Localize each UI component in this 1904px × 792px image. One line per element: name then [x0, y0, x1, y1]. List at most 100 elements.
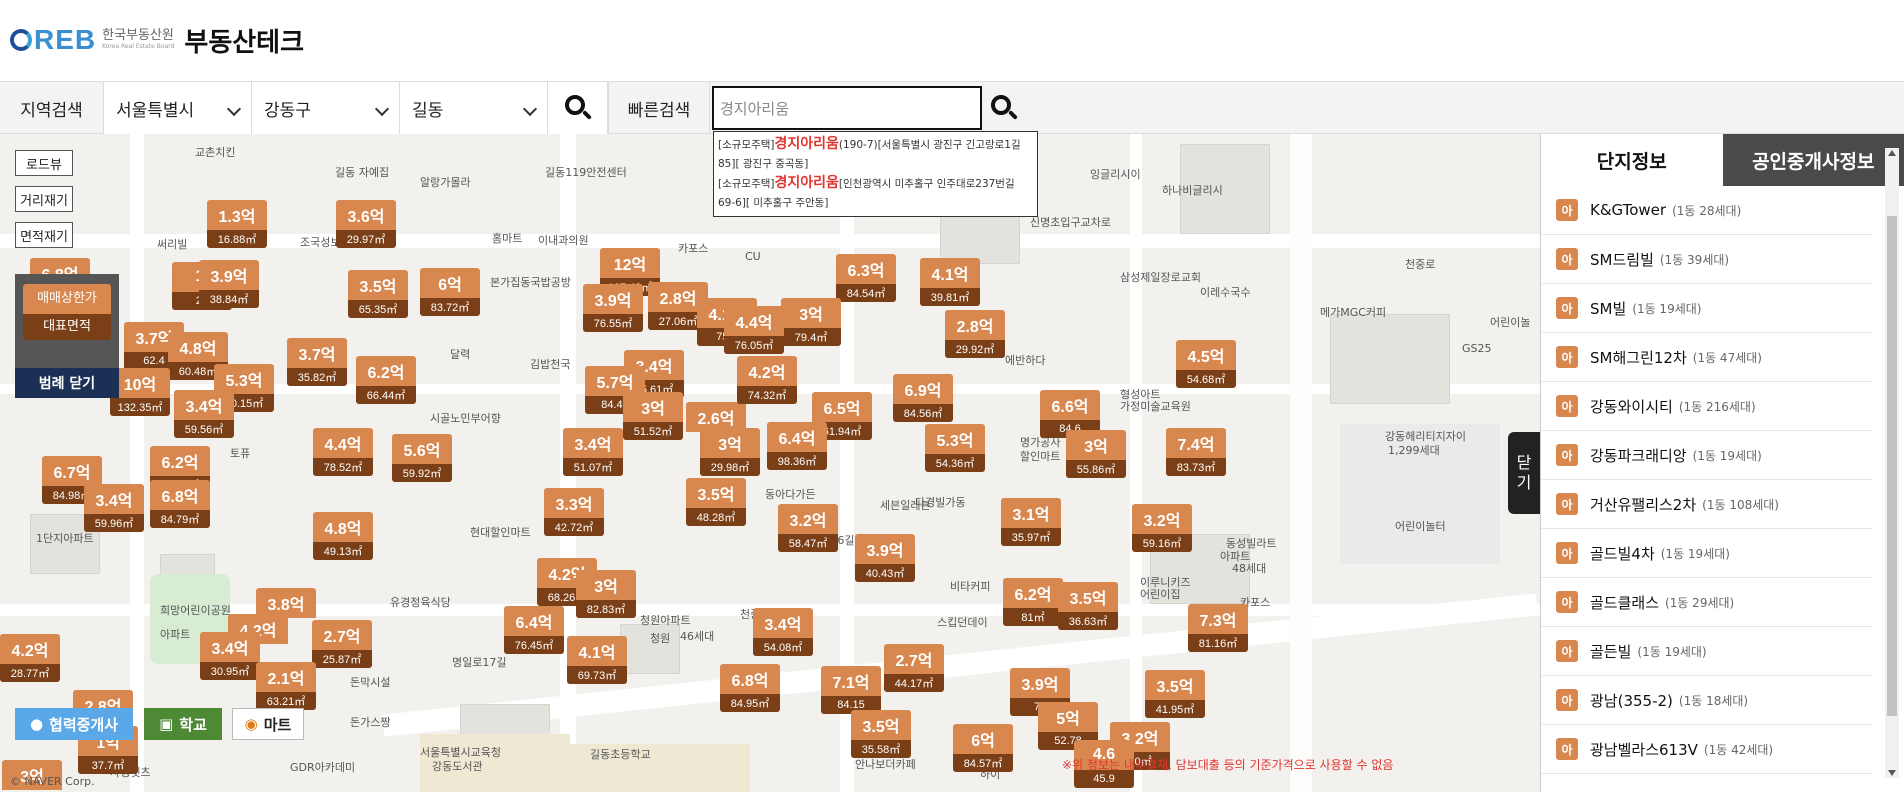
list-item[interactable]: 아 SM빌 (1동 19세대)	[1541, 284, 1873, 333]
price-marker[interactable]: 7.1억 84.15	[821, 666, 881, 714]
price-marker[interactable]: 7.4억 83.73㎡	[1166, 428, 1226, 476]
price-marker[interactable]: 3.2억 59.16㎡	[1132, 504, 1192, 552]
apartment-badge: 아	[1556, 248, 1578, 270]
list-item[interactable]: 아 골드클래스 (1동 29세대)	[1541, 578, 1873, 627]
price-marker[interactable]: 3.9억 38.84㎡	[199, 260, 259, 308]
mart-filter-button[interactable]: ◉ 마트	[232, 708, 304, 740]
price-marker[interactable]: 3.4억 51.07㎡	[563, 428, 623, 476]
school-filter-button[interactable]: ▣ 학교	[144, 708, 222, 740]
city-select[interactable]: 서울특별시	[104, 82, 252, 134]
marker-price: 2.1억	[256, 662, 316, 692]
price-marker[interactable]: 1.3억 16.88㎡	[207, 200, 267, 248]
price-marker[interactable]: 5.6억 59.92㎡	[392, 434, 452, 482]
list-item[interactable]: 아 SM해그린12차 (1동 47세대)	[1541, 333, 1873, 382]
price-marker[interactable]: 3.6억 29.97㎡	[336, 200, 396, 248]
map-label: 토퓨	[230, 447, 251, 460]
price-marker[interactable]: 3.2억 58.47㎡	[778, 504, 838, 552]
district-select[interactable]: 강동구	[252, 82, 400, 134]
suggestion-item[interactable]: [소규모주택]경지아리움(190-7)[서울특별시 광진구 긴고랑로1길 85]…	[718, 135, 1033, 174]
roadview-button[interactable]: 로드뷰	[15, 150, 73, 176]
price-marker[interactable]: 3억 79.4㎡	[781, 298, 841, 346]
suggestion-item[interactable]: [소규모주택]경지아리움[인천광역시 미추홀구 인주대로237번길 69-6][…	[718, 174, 1033, 213]
price-marker[interactable]: 3.7억 35.82㎡	[287, 338, 347, 386]
scrollbar-thumb[interactable]	[1887, 216, 1897, 716]
price-marker[interactable]: 6.2억 81㎡	[1003, 578, 1063, 626]
list-item[interactable]: 아 거산유팰리스2차 (1동 108세대)	[1541, 480, 1873, 529]
price-marker[interactable]: 3억 82.83㎡	[576, 570, 636, 618]
price-marker[interactable]: 3.1억 35.97㎡	[1001, 498, 1061, 546]
list-item[interactable]: 아 광남(355-2) (1동 18세대)	[1541, 676, 1873, 725]
price-marker[interactable]: 6.4억 76.45㎡	[504, 606, 564, 654]
complex-meta: (1동 19세대)	[1632, 301, 1702, 316]
price-marker[interactable]: 3.5억 65.35㎡	[348, 270, 408, 318]
price-marker[interactable]: 4.4억 78.52㎡	[313, 428, 373, 476]
price-marker[interactable]: 4.2억 28.77㎡	[0, 634, 60, 682]
dong-select[interactable]: 길동	[400, 82, 548, 134]
marker-area: 66.44㎡	[356, 386, 416, 404]
price-marker[interactable]: 3.4억 59.56㎡	[174, 390, 234, 438]
price-marker[interactable]: 3.3억 42.72㎡	[544, 488, 604, 536]
price-marker[interactable]: 6억 84.57㎡	[953, 724, 1013, 772]
price-marker[interactable]: 3.9억 40.43㎡	[855, 534, 915, 582]
area-measure-button[interactable]: 면적재기	[15, 222, 73, 248]
scroll-up-icon[interactable]	[1888, 150, 1896, 156]
price-marker[interactable]: 6.4억 98.36㎡	[767, 422, 827, 470]
scrollbar[interactable]	[1885, 148, 1899, 778]
tab-complex-info[interactable]: 단지정보	[1541, 134, 1723, 186]
marker-price: 5.6억	[392, 434, 452, 464]
region-search-button[interactable]	[548, 82, 608, 134]
list-item[interactable]: 아 K&GTower (1동 28세대)	[1541, 186, 1873, 235]
price-marker[interactable]: 3.4억 59.96㎡	[84, 484, 144, 532]
price-marker[interactable]: 3.5억 48.28㎡	[686, 478, 746, 526]
price-marker[interactable]: 4.8억 49.13㎡	[313, 512, 373, 560]
price-marker[interactable]: 2.8억 29.92㎡	[945, 310, 1005, 358]
price-marker[interactable]: 3억 55.86㎡	[1066, 430, 1126, 478]
list-item[interactable]: 아 강동파크래디앙 (1동 19세대)	[1541, 431, 1873, 480]
scroll-down-icon[interactable]	[1888, 770, 1896, 776]
price-marker[interactable]: 4.4억 76.05㎡	[724, 306, 784, 354]
price-marker[interactable]: 2.1억 63.21㎡	[256, 662, 316, 710]
price-marker[interactable]: 6억 83.72㎡	[420, 268, 480, 316]
distance-measure-button[interactable]: 거리재기	[15, 186, 73, 212]
list-item[interactable]: 아 골드빌4차 (1동 19세대)	[1541, 529, 1873, 578]
marker-price: 3.9억	[855, 534, 915, 564]
price-marker[interactable]: 4.5억 54.68㎡	[1176, 340, 1236, 388]
quick-search-input[interactable]	[712, 86, 982, 130]
list-item[interactable]: 아 SM드림빌 (1동 39세대)	[1541, 235, 1873, 284]
price-marker[interactable]: 4.1억 39.81㎡	[920, 258, 980, 306]
price-marker[interactable]: 6.9억 84.56㎡	[893, 374, 953, 422]
price-marker[interactable]: 3.9억 76.55㎡	[583, 284, 643, 332]
price-marker[interactable]: 3.5억 35.58㎡	[851, 710, 911, 758]
legend-close-button[interactable]: 범례 닫기	[15, 368, 119, 398]
tab-broker-info[interactable]: 공인중개사정보	[1722, 134, 1904, 186]
price-marker[interactable]: 3.4억 30.95㎡	[200, 632, 260, 680]
header: REB 한국부동산원 Korea Real Estate Board 부동산테크	[0, 0, 1904, 82]
price-marker[interactable]: 3.5억 41.95㎡	[1145, 670, 1205, 718]
price-marker[interactable]: 4.1억 69.73㎡	[567, 636, 627, 684]
price-marker[interactable]: 6.2억 66.44㎡	[356, 356, 416, 404]
logo[interactable]: REB 한국부동산원 Korea Real Estate Board 부동산테크	[10, 22, 304, 58]
marker-price: 4.2억	[737, 356, 797, 386]
map-canvas[interactable]: 교촌치킨 길동 자예집 알랑가몰라 길동119안전센터 써리빌 조국성보호원 홈마트 이내과의…	[0, 134, 1540, 792]
price-marker[interactable]: 3억 29.98㎡	[700, 428, 760, 476]
map-label: 아파트	[160, 628, 191, 641]
price-marker[interactable]: 10억 132.35㎡	[110, 368, 170, 416]
price-marker[interactable]: 2.7억 25.87㎡	[312, 620, 372, 668]
list-item[interactable]: 아 광남벨라스613V (1동 42세대)	[1541, 725, 1873, 774]
price-marker[interactable]: 6.8억 84.79㎡	[150, 480, 210, 528]
broker-filter-button[interactable]: ● 협력중개사	[15, 708, 133, 740]
price-marker[interactable]: 3.4억 54.08㎡	[753, 608, 813, 656]
price-marker[interactable]: 4.2억 74.32㎡	[737, 356, 797, 404]
price-marker[interactable]: 3억 51.52㎡	[623, 392, 683, 440]
price-marker[interactable]: 2.7억 44.17㎡	[884, 644, 944, 692]
panel-close-button[interactable]: 닫기	[1508, 432, 1540, 514]
apartment-badge: 아	[1556, 199, 1578, 221]
price-marker[interactable]: 6.3억 84.54㎡	[836, 254, 896, 302]
price-marker[interactable]: 3.5억 36.63㎡	[1058, 582, 1118, 630]
list-item[interactable]: 아 골든빌 (1동 19세대)	[1541, 627, 1873, 676]
quick-search-button[interactable]	[974, 82, 1034, 134]
price-marker[interactable]: 6.8억 84.95㎡	[720, 664, 780, 712]
list-item[interactable]: 아 강동와이시티 (1동 216세대)	[1541, 382, 1873, 431]
price-marker[interactable]: 5.3억 54.36㎡	[925, 424, 985, 472]
price-marker[interactable]: 7.3억 81.16㎡	[1188, 604, 1248, 652]
